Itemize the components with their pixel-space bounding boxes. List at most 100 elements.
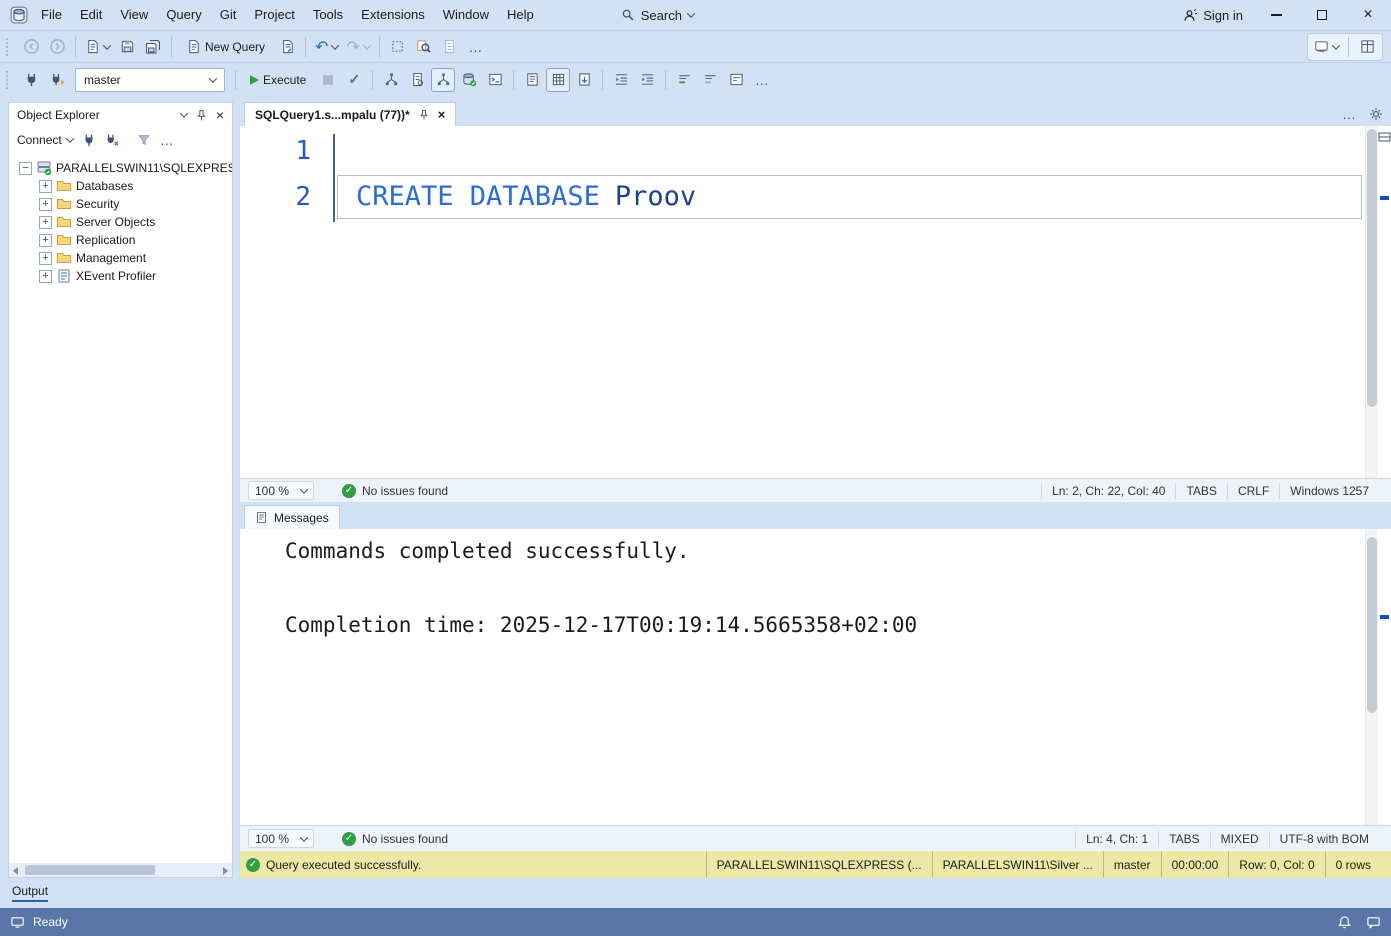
tree-item-security[interactable]: Security (9, 195, 232, 213)
scroll-left-icon[interactable] (13, 867, 18, 875)
results-to-text-button[interactable] (520, 68, 544, 92)
messages-health-status[interactable]: No issues found (342, 832, 448, 846)
menu-file[interactable]: File (32, 0, 71, 30)
tree-expand-icon[interactable] (39, 216, 52, 229)
output-tab[interactable]: Output (12, 884, 48, 902)
decrease-indent-button[interactable] (609, 68, 633, 92)
selection-tool-button[interactable] (386, 35, 410, 59)
menu-project[interactable]: Project (245, 0, 303, 30)
save-button[interactable] (115, 35, 139, 59)
tree-expand-icon[interactable] (39, 234, 52, 247)
more-options-icon[interactable]: … (160, 132, 175, 148)
sign-in-button[interactable]: Sign in (1172, 8, 1253, 23)
available-databases-dropdown[interactable]: master (75, 68, 225, 92)
menu-extensions[interactable]: Extensions (352, 0, 434, 30)
scrollbar-thumb[interactable] (25, 865, 155, 875)
tree-item-databases[interactable]: Databases (9, 177, 232, 195)
connect-database-button[interactable] (19, 68, 43, 92)
line-ending-status[interactable]: MIXED (1210, 831, 1269, 847)
notifications-bell-icon[interactable] (1337, 915, 1352, 930)
toolbar-grip[interactable] (6, 71, 14, 89)
tree-expand-icon[interactable] (39, 270, 52, 283)
uncomment-selection-button[interactable] (698, 68, 722, 92)
close-panel-icon[interactable]: × (216, 108, 224, 122)
tree-collapse-icon[interactable] (19, 162, 32, 175)
close-tab-icon[interactable]: × (438, 107, 446, 122)
maximize-button[interactable] (1299, 0, 1345, 30)
feedback-dropdown-button[interactable] (1311, 35, 1342, 59)
undo-button[interactable] (312, 35, 341, 59)
include-actual-plan-toggle[interactable] (431, 68, 455, 92)
menu-view[interactable]: View (111, 0, 157, 30)
tree-expand-icon[interactable] (39, 180, 52, 193)
horizontal-scrollbar[interactable] (9, 863, 232, 877)
toolbar-overflow-button[interactable]: … (464, 35, 488, 59)
scroll-right-icon[interactable] (223, 867, 228, 875)
filter-icon[interactable] (137, 133, 151, 147)
feedback-icon[interactable] (1366, 915, 1381, 930)
sqlcmd-mode-toggle[interactable] (483, 68, 507, 92)
menu-help[interactable]: Help (498, 0, 543, 30)
disconnect-server-icon[interactable] (105, 133, 119, 147)
new-query-button[interactable]: New Query (178, 35, 273, 59)
find-in-files-button[interactable] (412, 35, 436, 59)
split-editor-handle[interactable] (1378, 132, 1391, 142)
query-options-button[interactable] (405, 68, 429, 92)
menu-tools[interactable]: Tools (304, 0, 352, 30)
new-item-dropdown-button[interactable] (82, 35, 113, 59)
showplan-button[interactable] (379, 68, 403, 92)
navigate-forward-button[interactable] (45, 35, 69, 59)
results-to-file-button[interactable] (572, 68, 596, 92)
navigate-back-button[interactable] (19, 35, 43, 59)
cancel-query-button[interactable] (316, 68, 340, 92)
messages-tab[interactable]: Messages (244, 505, 340, 529)
gear-icon[interactable] (1369, 107, 1383, 121)
pin-icon[interactable] (418, 109, 430, 121)
tree-expand-icon[interactable] (39, 252, 52, 265)
menu-window[interactable]: Window (434, 0, 498, 30)
menu-edit[interactable]: Edit (71, 0, 111, 30)
execute-button[interactable]: Execute (242, 68, 314, 92)
menu-query[interactable]: Query (157, 0, 210, 30)
tabs-mode-status[interactable]: TABS (1158, 831, 1209, 847)
encoding-status[interactable]: Windows 1257 (1279, 483, 1379, 499)
messages-panel[interactable]: Commands completed successfully. Complet… (240, 529, 1391, 825)
parse-button[interactable] (342, 68, 366, 92)
close-button[interactable]: × (1345, 0, 1391, 30)
window-layout-button[interactable] (1355, 35, 1379, 59)
editor-vertical-scrollbar[interactable] (1365, 126, 1378, 478)
code-line[interactable]: CREATE DATABASEProov (356, 174, 696, 220)
increase-indent-button[interactable] (635, 68, 659, 92)
comment-selection-button[interactable] (672, 68, 696, 92)
tree-expand-icon[interactable] (39, 198, 52, 211)
menu-git[interactable]: Git (211, 0, 246, 30)
change-connection-button[interactable] (45, 68, 69, 92)
line-ending-status[interactable]: CRLF (1227, 483, 1279, 499)
tree-item-replication[interactable]: Replication (9, 231, 232, 249)
editor-zoom-dropdown[interactable]: 100 % (248, 481, 314, 500)
results-to-grid-button[interactable] (546, 68, 570, 92)
tab-overflow-icon[interactable]: … (1342, 106, 1357, 122)
sql-editor-canvas[interactable]: 1 2 CREATE DATABASEProov (240, 126, 1391, 478)
specify-template-values-button[interactable] (724, 68, 748, 92)
open-query-button[interactable] (275, 35, 299, 59)
toolbar-overflow-button[interactable]: … (750, 68, 774, 92)
toolbar-grip[interactable] (6, 38, 14, 56)
messages-zoom-dropdown[interactable]: 100 % (248, 829, 314, 848)
connect-dropdown[interactable]: Connect (17, 133, 73, 147)
tree-item-server[interactable]: PARALLELSWIN11\SQLEXPRESS (SQ (9, 159, 232, 177)
tabs-mode-status[interactable]: TABS (1175, 483, 1226, 499)
encoding-status[interactable]: UTF-8 with BOM (1269, 831, 1379, 847)
messages-vertical-scrollbar[interactable] (1365, 529, 1378, 825)
scrollbar-thumb[interactable] (1367, 129, 1377, 407)
scrollbar-thumb[interactable] (1367, 537, 1377, 713)
window-position-chevron-icon[interactable] (180, 109, 188, 117)
tree-item-server-objects[interactable]: Server Objects (9, 213, 232, 231)
tree-item-xevent-profiler[interactable]: XEvent Profiler (9, 267, 232, 285)
editor-health-status[interactable]: No issues found (342, 484, 448, 498)
pin-icon[interactable] (195, 109, 208, 122)
save-all-button[interactable] (141, 35, 165, 59)
document-outline-button[interactable] (438, 35, 462, 59)
intellisense-toggle[interactable] (457, 68, 481, 92)
redo-button[interactable] (343, 35, 372, 59)
